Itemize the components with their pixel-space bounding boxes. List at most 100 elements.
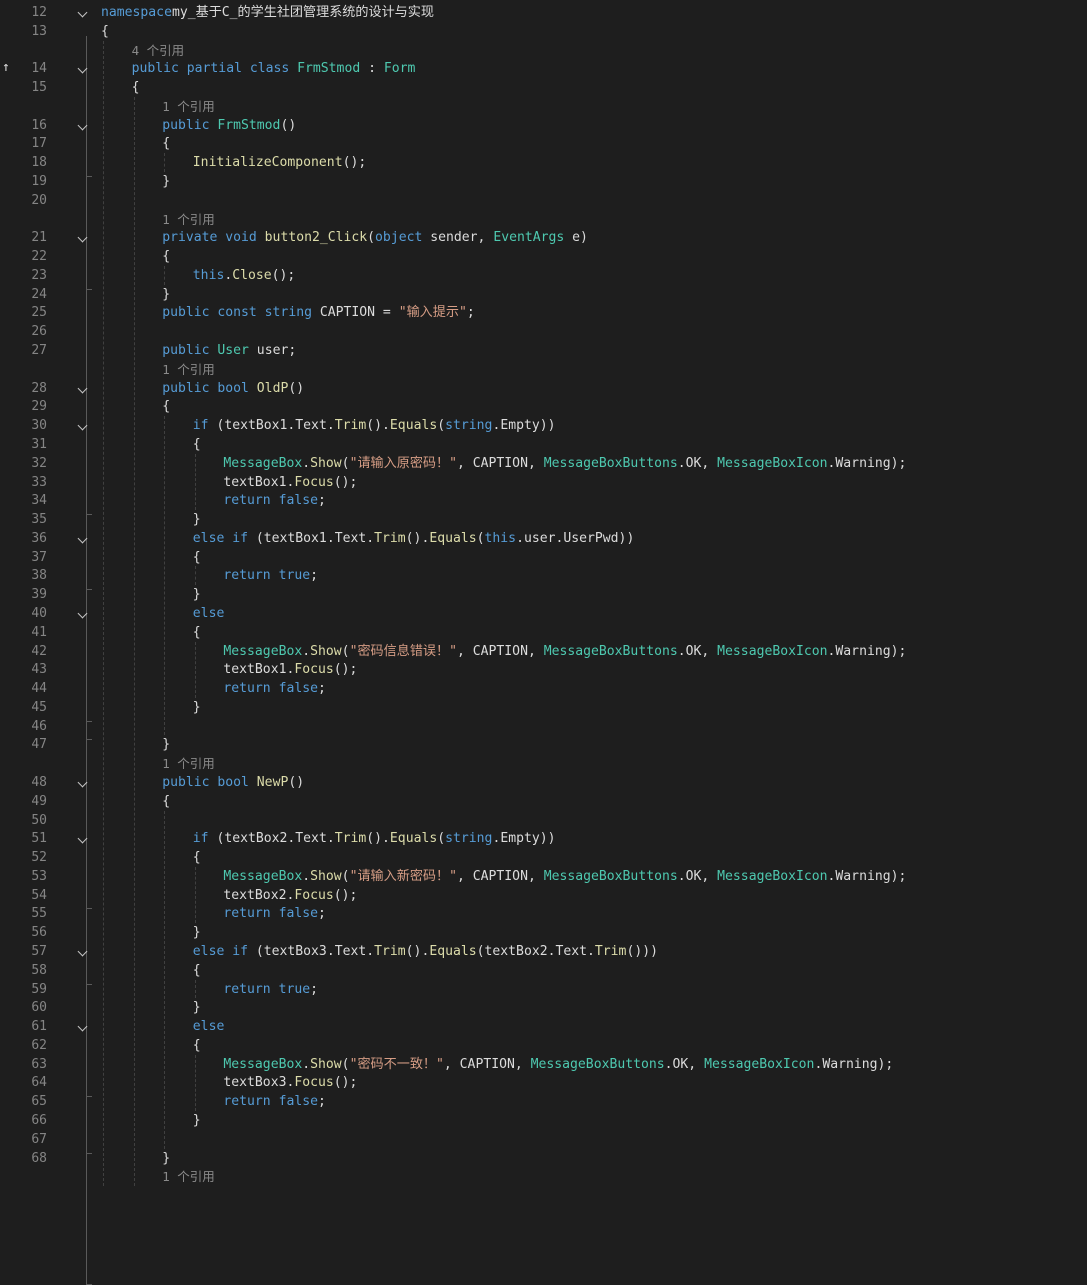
line-number: 35 — [31, 512, 47, 528]
code-token: public — [162, 117, 218, 133]
reference-count[interactable]: 1 个引用 — [162, 1167, 215, 1186]
cursor-marker-icon: ↑ — [2, 60, 10, 75]
code-text: public partial class FrmStmod : Form — [132, 59, 416, 78]
fold-chevron-icon[interactable] — [77, 63, 88, 74]
code-line: 65 return false; — [0, 1092, 1087, 1111]
code-line: 26 — [0, 322, 1087, 341]
fold-chevron-icon[interactable] — [77, 946, 88, 957]
code-token: return false — [223, 681, 318, 697]
code-token: } — [162, 1150, 171, 1166]
code-token: (textBox1.Text. — [247, 530, 375, 546]
fold-chevron-icon[interactable] — [77, 608, 88, 619]
code-text: if (textBox1.Text.Trim().Equals(string.E… — [193, 416, 556, 435]
code-token: Show — [310, 868, 342, 884]
code-text: return true; — [223, 980, 318, 999]
fold-chevron-icon[interactable] — [77, 120, 88, 131]
reference-count[interactable]: 1 个引用 — [162, 360, 215, 379]
code-token: . — [302, 868, 311, 884]
code-token: MessageBox — [223, 1056, 303, 1072]
reference-count[interactable]: 1 个引用 — [162, 754, 215, 773]
code-token: string — [445, 418, 493, 434]
code-line: 35} — [0, 510, 1087, 529]
code-token: ())) — [626, 944, 658, 959]
code-line: 55 return false; — [0, 904, 1087, 923]
fold-chevron-icon[interactable] — [77, 833, 88, 844]
fold-chevron-icon[interactable] — [77, 1021, 88, 1032]
code-token: MessageBoxButtons — [543, 868, 678, 884]
line-number: 28 — [31, 380, 47, 396]
code-token: . — [302, 455, 311, 471]
fold-chevron-icon[interactable] — [77, 7, 88, 18]
code-token: { — [192, 1037, 201, 1053]
line-number: 54 — [31, 887, 47, 903]
reference-count[interactable]: 1 个引用 — [162, 210, 215, 229]
code-line: 57 else if (textBox3.Text.Trim().Equals(t… — [0, 942, 1087, 961]
code-token: } — [192, 587, 201, 603]
reference-count[interactable]: 1 个引用 — [162, 97, 215, 116]
code-token: } — [162, 174, 171, 190]
code-text: else — [193, 604, 225, 623]
line-number: 41 — [31, 624, 47, 640]
fold-chevron-icon[interactable] — [77, 420, 88, 431]
code-token: textBox2. — [223, 887, 295, 903]
line-number: 47 — [31, 737, 47, 753]
code-token: (). — [405, 944, 430, 959]
line-number: 63 — [31, 1056, 47, 1072]
line-number: 68 — [31, 1150, 47, 1166]
code-token: Show — [310, 455, 342, 471]
code-token: if — [192, 831, 209, 847]
code-token: string — [445, 831, 493, 847]
code-text: if (textBox2.Text.Trim().Equals(string.E… — [193, 829, 556, 848]
line-number: 32 — [31, 455, 47, 471]
fold-chevron-icon[interactable] — [77, 777, 88, 788]
code-editor[interactable]: 12 namespacemy_基于C_的学生社团管理系统的设计与实现 13 {4 个引… — [0, 0, 1087, 1285]
code-token: Show — [310, 1056, 342, 1072]
fold-chevron-icon[interactable] — [77, 533, 88, 544]
code-text: return false; — [223, 491, 326, 510]
code-token: .Empty)) — [492, 831, 556, 847]
code-text: { — [193, 961, 201, 980]
code-token: MessageBoxIcon — [717, 455, 828, 471]
fold-chevron-icon[interactable] — [77, 232, 88, 243]
code-text: MessageBox.Show("密码信息错误！", CAPTION, Mess… — [223, 642, 906, 661]
code-token: , CAPTION, — [443, 1056, 531, 1072]
line-number: 62 — [31, 1037, 47, 1053]
code-token: else if — [192, 530, 248, 546]
code-token: (); — [342, 155, 367, 171]
code-token: ; — [466, 305, 475, 321]
code-line: 59 return true; — [0, 980, 1087, 999]
code-text: else if (textBox3.Text.Trim().Equals(tex… — [193, 942, 658, 961]
line-number: 46 — [31, 718, 47, 734]
code-line: 19} — [0, 172, 1087, 191]
reference-count[interactable]: 4 个引用 — [132, 41, 185, 60]
code-token: , CAPTION, — [457, 455, 544, 471]
code-token: { — [162, 249, 171, 265]
code-token: MessageBoxButtons — [543, 455, 678, 471]
line-number: 50 — [31, 812, 47, 828]
code-line: 37 { — [0, 548, 1087, 567]
code-text: } — [162, 172, 170, 191]
code-token: my_基于C_的学生社团管理系统的设计与实现 — [171, 5, 434, 20]
code-token: Trim — [334, 831, 367, 847]
fold-chevron-icon[interactable] — [77, 383, 88, 394]
code-line: 46 — [0, 717, 1087, 736]
code-text: } — [193, 998, 201, 1017]
code-token: return false — [223, 906, 318, 922]
code-token: () — [288, 774, 305, 790]
line-number: 17 — [31, 136, 47, 152]
line-number: 33 — [31, 474, 47, 490]
line-number: 55 — [31, 906, 47, 922]
code-token: (textBox3.Text. — [247, 944, 375, 959]
code-line: 38 return true; — [0, 566, 1087, 585]
code-text: textBox1.Focus(); — [223, 473, 357, 492]
code-token: .Warning); — [827, 455, 907, 471]
code-text: { — [162, 397, 170, 416]
line-number: 18 — [31, 155, 47, 171]
code-token: (); — [271, 267, 296, 283]
code-token: .Warning); — [827, 643, 907, 659]
code-line: 23 this.Close(); — [0, 266, 1087, 285]
code-text: } — [162, 1149, 170, 1168]
line-number: 66 — [31, 1113, 47, 1129]
code-line: 32 MessageBox.Show("请输入原密码！", CAPTION, Me… — [0, 454, 1087, 473]
code-token: . — [302, 643, 311, 659]
